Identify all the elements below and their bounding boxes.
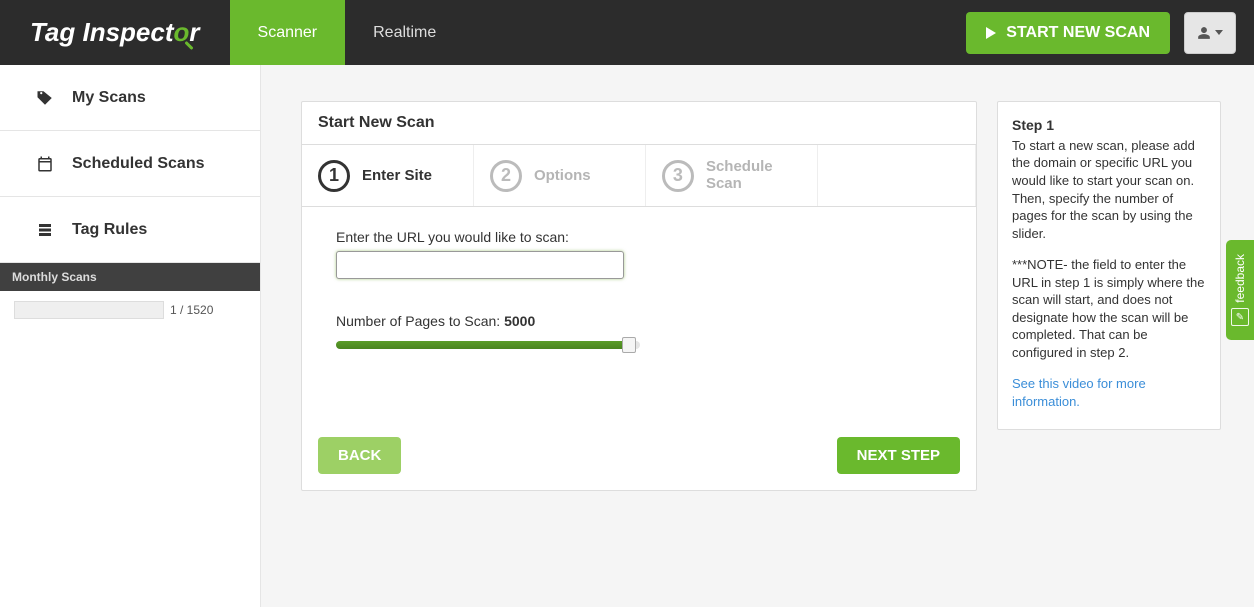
wizard-steps: 1 Enter Site 2 Options 3 ScheduleScan [302, 145, 976, 207]
step-number-icon: 2 [490, 160, 522, 192]
url-input[interactable] [336, 251, 624, 279]
progress-bar [14, 301, 164, 319]
sidebar-item-label: Scheduled Scans [72, 155, 205, 173]
user-icon [1197, 26, 1211, 40]
step-label: Options [534, 167, 591, 184]
step-label: Enter Site [362, 167, 432, 184]
step-label: ScheduleScan [706, 159, 773, 192]
start-new-scan-button[interactable]: START NEW SCAN [966, 12, 1170, 54]
progress-text: 1 / 1520 [170, 303, 213, 317]
sidebar-item-label: Tag Rules [72, 221, 147, 239]
help-video-link[interactable]: See this video for more information. [1012, 376, 1146, 409]
wizard-body: Enter the URL you would like to scan: Nu… [302, 207, 976, 421]
pages-slider[interactable] [336, 335, 640, 353]
help-card: Step 1 To start a new scan, please add t… [997, 101, 1221, 430]
back-button[interactable]: BACK [318, 437, 401, 474]
pages-value: 5000 [504, 313, 535, 329]
slider-handle[interactable] [622, 337, 636, 353]
url-field-label: Enter the URL you would like to scan: [336, 229, 942, 245]
slider-fill [336, 341, 628, 349]
nav-tab-realtime[interactable]: Realtime [345, 0, 464, 65]
nav-tab-scanner[interactable]: Scanner [230, 0, 346, 65]
wizard-footer: BACK NEXT STEP [302, 421, 976, 490]
layout: My Scans Scheduled Scans Tag Rules Month… [0, 65, 1254, 607]
sidebar-item-scheduled-scans[interactable]: Scheduled Scans [0, 131, 260, 197]
logo-text-1: Tag Inspect [30, 17, 174, 48]
user-menu-button[interactable] [1184, 12, 1236, 54]
main-content: Start New Scan 1 Enter Site 2 Options 3 … [261, 65, 1254, 607]
wizard-step-spacer [818, 145, 976, 206]
wizard-step-3[interactable]: 3 ScheduleScan [646, 145, 818, 206]
pages-row: Number of Pages to Scan: 5000 [336, 313, 942, 353]
pages-prefix: Number of Pages to Scan: [336, 313, 504, 329]
monthly-scans-label: Monthly Scans [0, 263, 260, 291]
next-step-button[interactable]: NEXT STEP [837, 437, 960, 474]
sidebar-item-tag-rules[interactable]: Tag Rules [0, 197, 260, 263]
feedback-label: feedback [1233, 254, 1247, 303]
sidebar-item-my-scans[interactable]: My Scans [0, 65, 260, 131]
tag-icon [36, 89, 54, 107]
step-number-icon: 1 [318, 160, 350, 192]
logo-o: o [174, 17, 190, 48]
feedback-tab[interactable]: feedback ✎ [1226, 240, 1254, 340]
feedback-icon: ✎ [1231, 308, 1249, 326]
chevron-down-icon [1215, 30, 1223, 35]
play-icon [986, 27, 996, 39]
sidebar: My Scans Scheduled Scans Tag Rules Month… [0, 65, 261, 607]
calendar-icon [36, 155, 54, 173]
step-number-icon: 3 [662, 160, 694, 192]
nav-tabs: Scanner Realtime [230, 0, 465, 65]
monthly-scans-progress: 1 / 1520 [0, 291, 260, 329]
help-paragraph-1: To start a new scan, please add the doma… [1012, 137, 1208, 242]
start-new-scan-label: START NEW SCAN [1006, 24, 1150, 42]
help-heading: Step 1 [1012, 116, 1208, 135]
sidebar-item-label: My Scans [72, 89, 146, 107]
logo: Tag Inspector [0, 0, 230, 65]
topbar-right: START NEW SCAN [966, 0, 1254, 65]
wizard-card: Start New Scan 1 Enter Site 2 Options 3 … [301, 101, 977, 491]
help-paragraph-2: ***NOTE- the field to enter the URL in s… [1012, 256, 1208, 361]
logo-text-2: r [189, 17, 199, 48]
topbar: Tag Inspector Scanner Realtime START NEW… [0, 0, 1254, 65]
pages-label: Number of Pages to Scan: 5000 [336, 313, 942, 329]
wizard-step-2[interactable]: 2 Options [474, 145, 646, 206]
list-icon [36, 221, 54, 239]
wizard-title: Start New Scan [302, 102, 976, 145]
wizard-step-1[interactable]: 1 Enter Site [302, 145, 474, 206]
